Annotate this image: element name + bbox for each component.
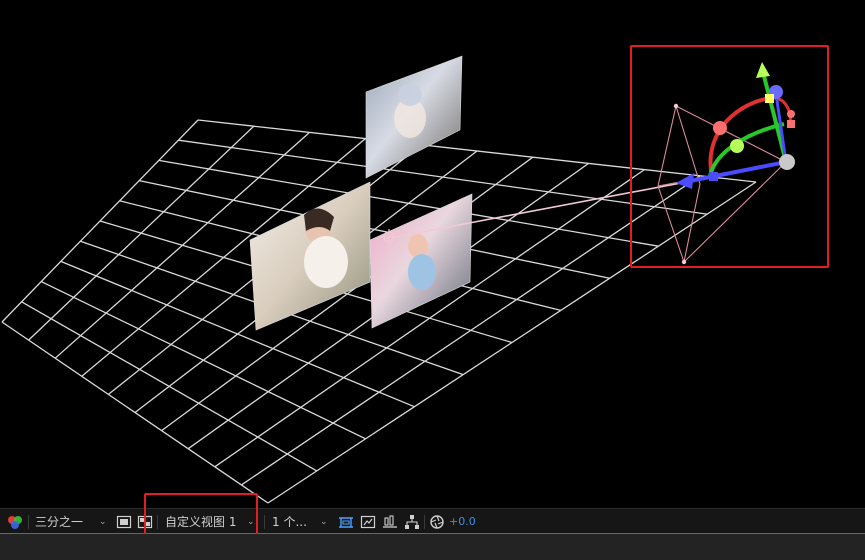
node-graph-icon[interactable]	[403, 513, 421, 531]
reset-exposure-icon[interactable]	[428, 513, 446, 531]
timeline-icon[interactable]	[381, 513, 399, 531]
toolbar-separator	[28, 515, 29, 529]
composition-viewport[interactable]	[0, 0, 865, 508]
color-channels-icon[interactable]	[6, 513, 24, 531]
3d-scene	[1, 55, 795, 504]
layer-photo-top[interactable]	[365, 55, 463, 179]
toolbar-separator	[424, 515, 425, 529]
toolbar-separator	[264, 515, 265, 529]
3d-view-dropdown-label: 自定义视图 1	[165, 515, 237, 529]
timeline-panel-strip	[0, 534, 865, 560]
3d-view-dropdown[interactable]: 自定义视图 1 ⌄	[165, 513, 257, 531]
chevron-down-icon: ⌄	[247, 517, 255, 527]
exposure-value[interactable]: +0.0	[449, 513, 476, 531]
view-layout-dropdown-label: 1 个...	[272, 515, 307, 529]
3d-draft-icon[interactable]	[337, 513, 355, 531]
transparency-grid-icon[interactable]	[136, 513, 154, 531]
flowchart-icon[interactable]	[359, 513, 377, 531]
chevron-down-icon: ⌄	[320, 517, 328, 527]
layer-photo-left[interactable]	[249, 181, 371, 331]
toolbar-separator	[157, 515, 158, 529]
chevron-down-icon: ⌄	[99, 517, 107, 527]
grid-guide-dropdown-label: 三分之一	[35, 515, 84, 529]
viewer-toolbar: 三分之一 ⌄ 自定义视图 1 ⌄ 1 个... ⌄ +0.0	[0, 508, 865, 534]
safe-area-icon[interactable]	[115, 513, 133, 531]
grid-guide-dropdown[interactable]: 三分之一 ⌄	[35, 513, 111, 531]
layer-photo-right[interactable]	[369, 193, 473, 329]
grid-line	[197, 119, 757, 183]
view-layout-dropdown[interactable]: 1 个... ⌄	[272, 513, 334, 531]
